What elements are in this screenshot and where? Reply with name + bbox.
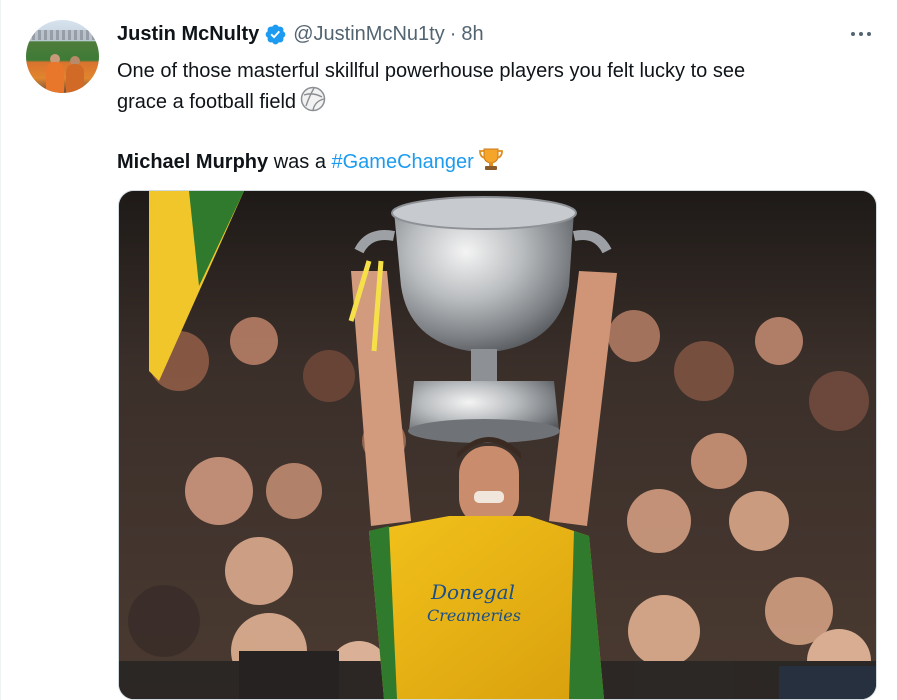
tweet-card[interactable]: Justin McNulty @JustinMcNu1ty · 8h One o… <box>0 0 897 700</box>
photo-illustration: Donegal Creameries <box>119 191 876 699</box>
tweet-timestamp[interactable]: 8h <box>461 23 483 46</box>
tweet-header: Justin McNulty @JustinMcNu1ty · 8h <box>117 20 484 48</box>
avatar-stadium-stand <box>26 30 99 40</box>
more-options-icon[interactable] <box>846 24 876 44</box>
more-dot <box>859 32 863 36</box>
hashtag-link[interactable]: #GameChanger <box>332 151 474 173</box>
suit <box>779 666 876 699</box>
tweet-text-line: grace a football field <box>117 86 857 116</box>
author-name[interactable]: Justin McNulty <box>117 23 259 46</box>
trophy-emoji-icon <box>478 146 504 181</box>
separator-dot: · <box>449 22 457 45</box>
avatar[interactable] <box>26 20 99 93</box>
author-handle[interactable]: @JustinMcNu1ty <box>293 23 444 46</box>
football-emoji-icon <box>300 86 326 121</box>
suit <box>634 661 734 699</box>
text-segment: One of those masterful skillful powerhou… <box>117 60 746 82</box>
jersey-sponsor-text: Donegal <box>430 580 515 604</box>
mentioned-name: Michael Murphy <box>117 151 269 173</box>
text-segment: was a <box>268 151 332 173</box>
tweet-photo[interactable]: Donegal Creameries <box>118 190 877 700</box>
avatar-person-body <box>66 64 84 93</box>
verified-badge-icon <box>264 23 287 46</box>
tweet-text: One of those masterful skillful powerhou… <box>117 56 857 176</box>
suit <box>239 651 339 699</box>
text-segment: grace a football field <box>117 91 297 113</box>
tweet-text-line: Michael Murphy was a #GameChanger <box>117 146 857 176</box>
more-dot <box>867 32 871 36</box>
tweet-text-line: One of those masterful skillful powerhou… <box>117 56 857 86</box>
more-dot <box>851 32 855 36</box>
jersey-sponsor-text: Creameries <box>427 606 521 625</box>
avatar-person-body <box>46 62 64 93</box>
